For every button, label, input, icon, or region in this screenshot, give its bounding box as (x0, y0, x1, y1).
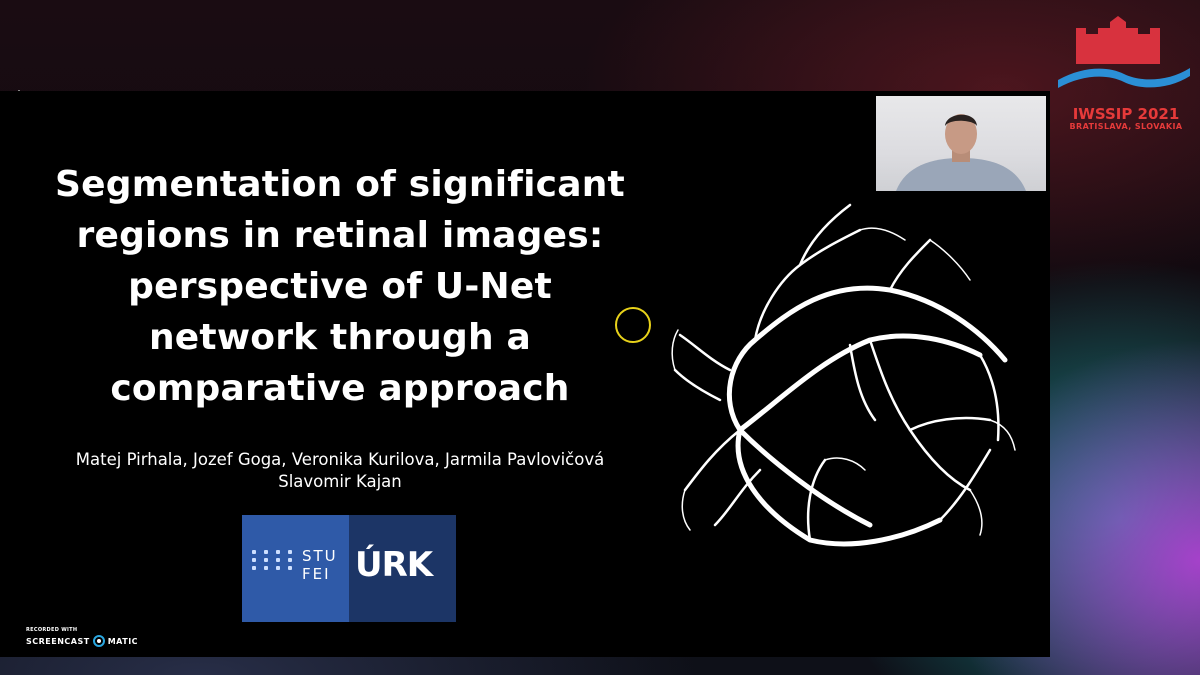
authors: Matej Pirhala, Jozef Goga, Veronika Kuri… (0, 449, 680, 493)
title-line: comparative approach (110, 368, 570, 409)
watermark-right-text: MATIC (107, 636, 139, 646)
screencast-watermark: RECORDED WITH SCREENCAST MATIC (26, 627, 138, 647)
title-line: perspective of U-Net (128, 266, 552, 307)
screencast-record-icon (92, 635, 105, 647)
watermark-small-text: RECORDED WITH (26, 627, 78, 633)
presenter-figure (896, 114, 1026, 191)
watermark-left-text: SCREENCAST (26, 636, 90, 646)
watermark-main: SCREENCAST MATIC (26, 635, 138, 647)
institution-logos: STU FEI ÚRK (242, 515, 456, 622)
urk-text: ÚRK (355, 545, 433, 585)
title-line: network through a (148, 317, 532, 358)
cursor-ring-icon (615, 307, 651, 343)
retina-vessel-image (671, 203, 1016, 547)
conference-title: IWSSIP 2021 (1072, 105, 1180, 123)
authors-line: Matej Pirhala, Jozef Goga, Veronika Kuri… (75, 450, 605, 469)
authors-line: Slavomir Kajan (278, 472, 402, 491)
stu-fei-logo: STU FEI (242, 515, 349, 622)
presenter-webcam (876, 96, 1046, 191)
conference-subtitle: BRATISLAVA, SLOVAKIA (1069, 122, 1183, 131)
urk-logo: ÚRK (349, 515, 456, 622)
title-line: Segmentation of significant (55, 164, 625, 205)
title-line: regions in retinal images: (76, 215, 604, 256)
stu-fei-text: STU FEI (302, 547, 338, 583)
stu-dots-icon (252, 550, 296, 570)
slide-title: Segmentation of significant regions in r… (0, 159, 680, 414)
